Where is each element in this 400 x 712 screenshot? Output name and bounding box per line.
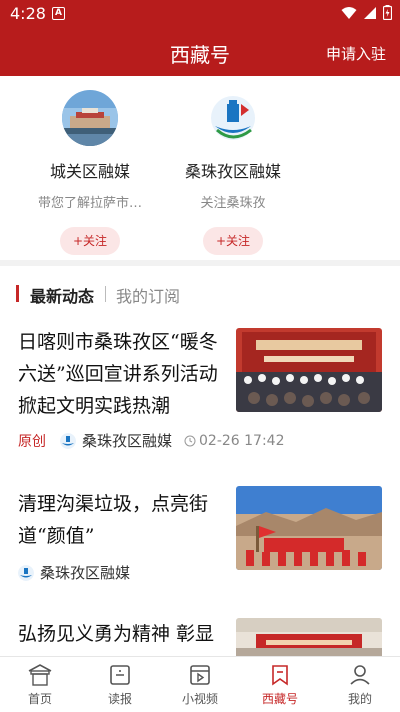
nav-label: 我的 — [347, 692, 372, 706]
account-avatar-sangzhuzi — [205, 90, 261, 146]
news-title[interactable]: 清理沟渠垃圾，点亮街道“颜值” — [18, 488, 226, 552]
nav-label: 西藏号 — [261, 692, 298, 706]
news-item[interactable]: 日喀则市桑珠孜区“暖冬六送”巡回宣讲系列活动掀起文明实践热潮 原创 桑珠孜区融媒… — [0, 322, 400, 472]
tab-latest[interactable]: 最新动态 — [30, 283, 94, 307]
news-title[interactable]: 弘扬见义勇为精神 彰显社会正能量 — [18, 618, 226, 656]
source-logo-icon — [60, 432, 76, 449]
bottom-nav: 首页 读报 小视频 西藏号 我的 — [0, 656, 400, 712]
news-title[interactable]: 日喀则市桑珠孜区“暖冬六送”巡回宣讲系列活动掀起文明实践热潮 — [18, 326, 226, 422]
nav-video[interactable]: 小视频 — [160, 657, 240, 712]
account-avatar-chengguan — [62, 90, 118, 146]
active-tab-indicator — [16, 285, 19, 302]
bookmark-icon — [272, 665, 288, 686]
follow-button[interactable]: +关注 — [60, 227, 120, 255]
nav-home[interactable]: 首页 — [0, 657, 80, 712]
news-source[interactable]: 桑珠孜区融媒 — [82, 430, 172, 451]
source-logo-icon — [18, 564, 34, 581]
newspaper-icon — [110, 665, 130, 685]
news-thumbnail[interactable] — [236, 328, 382, 412]
account-desc: 关注桑珠孜 — [200, 196, 266, 211]
signal-icon — [364, 6, 376, 19]
app-header: 西藏号 申请入驻 — [0, 28, 400, 76]
wifi-icon — [341, 6, 357, 19]
nav-label: 读报 — [107, 692, 132, 706]
news-meta: 原创 桑珠孜区融媒 02-26 17:42 — [18, 430, 285, 451]
news-item[interactable]: 清理沟渠垃圾，点亮街道“颜值” 桑珠孜区融媒 — [0, 484, 400, 599]
news-time-text: 02-26 17:42 — [199, 432, 285, 449]
nav-label: 小视频 — [181, 692, 218, 706]
clock-icon — [184, 435, 196, 446]
nav-xizanghao[interactable]: 西藏号 — [240, 657, 320, 712]
account-name: 城关区融媒 — [49, 162, 130, 181]
status-time: 4:28 — [10, 4, 46, 23]
feed-tabs: 最新动态 我的订阅 — [0, 274, 400, 314]
tab-subscriptions[interactable]: 我的订阅 — [116, 283, 180, 307]
news-thumbnail[interactable] — [236, 486, 382, 570]
news-item[interactable]: 弘扬见义勇为精神 彰显社会正能量 — [0, 616, 400, 656]
news-meta: 桑珠孜区融媒 — [18, 562, 130, 583]
section-divider — [0, 260, 400, 266]
account-card-sangzhuzi[interactable]: 桑珠孜区融媒 关注桑珠孜 +关注 — [168, 90, 298, 255]
follow-button[interactable]: +关注 — [203, 227, 263, 255]
tab-separator — [105, 286, 106, 302]
nav-profile[interactable]: 我的 — [320, 657, 400, 712]
video-icon — [190, 665, 210, 685]
status-bar: 4:28 A — [0, 0, 400, 28]
status-icons — [341, 5, 392, 20]
news-time: 02-26 17:42 — [184, 432, 285, 449]
home-icon — [28, 664, 52, 686]
profile-icon — [350, 665, 370, 685]
nav-newspaper[interactable]: 读报 — [80, 657, 160, 712]
account-name: 桑珠孜区融媒 — [184, 162, 281, 181]
recommended-accounts: 城关区融媒 带您了解拉萨市… +关注 桑珠孜区融媒 关注桑珠孜 +关注 — [0, 76, 400, 260]
account-desc: 带您了解拉萨市… — [37, 196, 142, 211]
nav-label: 首页 — [27, 692, 52, 706]
news-thumbnail[interactable] — [236, 618, 382, 656]
notification-icon: A — [52, 7, 65, 20]
account-card-chengguan[interactable]: 城关区融媒 带您了解拉萨市… +关注 — [25, 90, 155, 255]
news-source[interactable]: 桑珠孜区融媒 — [40, 562, 130, 583]
original-tag: 原创 — [18, 433, 46, 450]
apply-join-button[interactable]: 申请入驻 — [326, 43, 386, 64]
battery-icon — [383, 5, 392, 20]
